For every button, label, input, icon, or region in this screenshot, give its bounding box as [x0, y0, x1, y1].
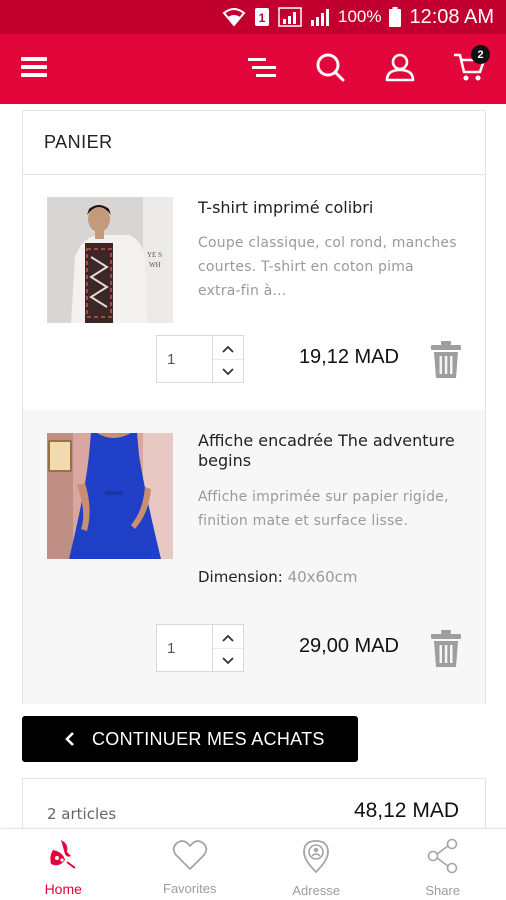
continue-shopping-label: CONTINUER MES ACHATS [92, 728, 325, 749]
chevron-down-icon [222, 361, 234, 380]
svg-text:YE S: YE S [147, 251, 162, 259]
app-bar: 2 [0, 34, 506, 104]
menu-button[interactable] [8, 34, 60, 104]
tab-share-label: Share [425, 883, 461, 898]
quantity-increase-button[interactable] [213, 336, 243, 359]
svg-text:WH: WH [149, 261, 161, 269]
search-button[interactable] [304, 34, 356, 104]
quantity-stepper[interactable]: 1 [156, 624, 244, 672]
tab-home[interactable]: Home [0, 829, 127, 900]
product-image[interactable] [47, 433, 173, 559]
delete-item-button[interactable] [431, 630, 461, 668]
home-icon [45, 838, 81, 876]
quantity-decrease-button[interactable] [213, 647, 243, 672]
quantity-increase-button[interactable] [213, 625, 243, 648]
quantity-stepper[interactable]: 1 [156, 335, 244, 383]
sim-number: 1 [259, 11, 266, 25]
signal-icon [278, 7, 302, 27]
attribute-label: Dimension: [198, 568, 283, 586]
cart-title: PANIER [23, 111, 485, 175]
heart-icon [172, 838, 208, 876]
tab-share[interactable]: Share [380, 829, 506, 900]
trash-icon [431, 630, 461, 672]
status-bar: 1 100% 12:08 AM [0, 0, 506, 34]
signal-bars-icon [310, 7, 330, 27]
wifi-icon [222, 7, 246, 27]
product-name[interactable]: T-shirt imprimé colibri [198, 198, 458, 218]
tab-address-label: Adresse [292, 883, 341, 898]
share-icon [425, 838, 461, 878]
cart-content: PANIER YE S WH T-shirt imprimé colibri C… [0, 104, 506, 828]
trash-icon [431, 341, 461, 383]
chevron-up-icon [222, 627, 234, 646]
account-button[interactable] [374, 34, 426, 104]
cart-button[interactable]: 2 [444, 34, 496, 104]
tab-favorites-label: Favorites [163, 881, 217, 896]
tab-home-label: Home [44, 881, 82, 897]
chevron-left-icon [48, 731, 92, 747]
chevron-down-icon [222, 650, 234, 669]
delete-item-button[interactable] [431, 341, 461, 379]
cart-card: PANIER YE S WH T-shirt imprimé colibri C… [22, 110, 486, 704]
cart-count-badge: 2 [471, 45, 490, 64]
quantity-value[interactable]: 1 [157, 336, 213, 382]
quantity-decrease-button[interactable] [213, 358, 243, 383]
product-price: 29,00 MAD [298, 635, 399, 657]
cart-summary: 2 articles 48,12 MAD [22, 778, 486, 828]
user-icon [385, 52, 415, 86]
menu-icon [21, 56, 47, 82]
search-icon [315, 52, 345, 86]
product-image[interactable]: YE S WH [47, 197, 173, 323]
quantity-value[interactable]: 1 [157, 625, 213, 671]
cart-total: 48,12 MAD [353, 799, 459, 822]
filter-button[interactable] [236, 34, 288, 104]
cart-item: YE S WH T-shirt imprimé colibri Coupe cl… [23, 176, 485, 410]
product-description: Affiche imprimée sur papier rigide, fini… [198, 489, 449, 529]
item-count: 2 articles [47, 805, 117, 823]
chevron-up-icon [222, 338, 234, 357]
sim-icon: 1 [254, 7, 270, 27]
battery-icon [389, 7, 402, 27]
product-name[interactable]: Affiche encadrée The adventure begins [198, 431, 458, 471]
cart-item: Affiche encadrée The adventure begins Af… [23, 410, 485, 704]
product-attribute: Dimension: 40x60cm [198, 568, 358, 586]
product-price: 19,12 MAD [298, 346, 399, 368]
bottom-navigation: Home Favorites Adresse Share [0, 828, 506, 900]
tab-favorites[interactable]: Favorites [127, 829, 254, 900]
tab-address[interactable]: Adresse [253, 829, 380, 900]
status-time: 12:08 AM [409, 5, 494, 28]
product-description: Coupe classique, col rond, manches court… [198, 235, 457, 299]
attribute-value: 40x60cm [287, 568, 358, 586]
filter-icon [248, 56, 276, 82]
battery-percent: 100% [338, 7, 382, 26]
location-icon [298, 838, 334, 878]
continue-shopping-button[interactable]: CONTINUER MES ACHATS [22, 716, 358, 762]
